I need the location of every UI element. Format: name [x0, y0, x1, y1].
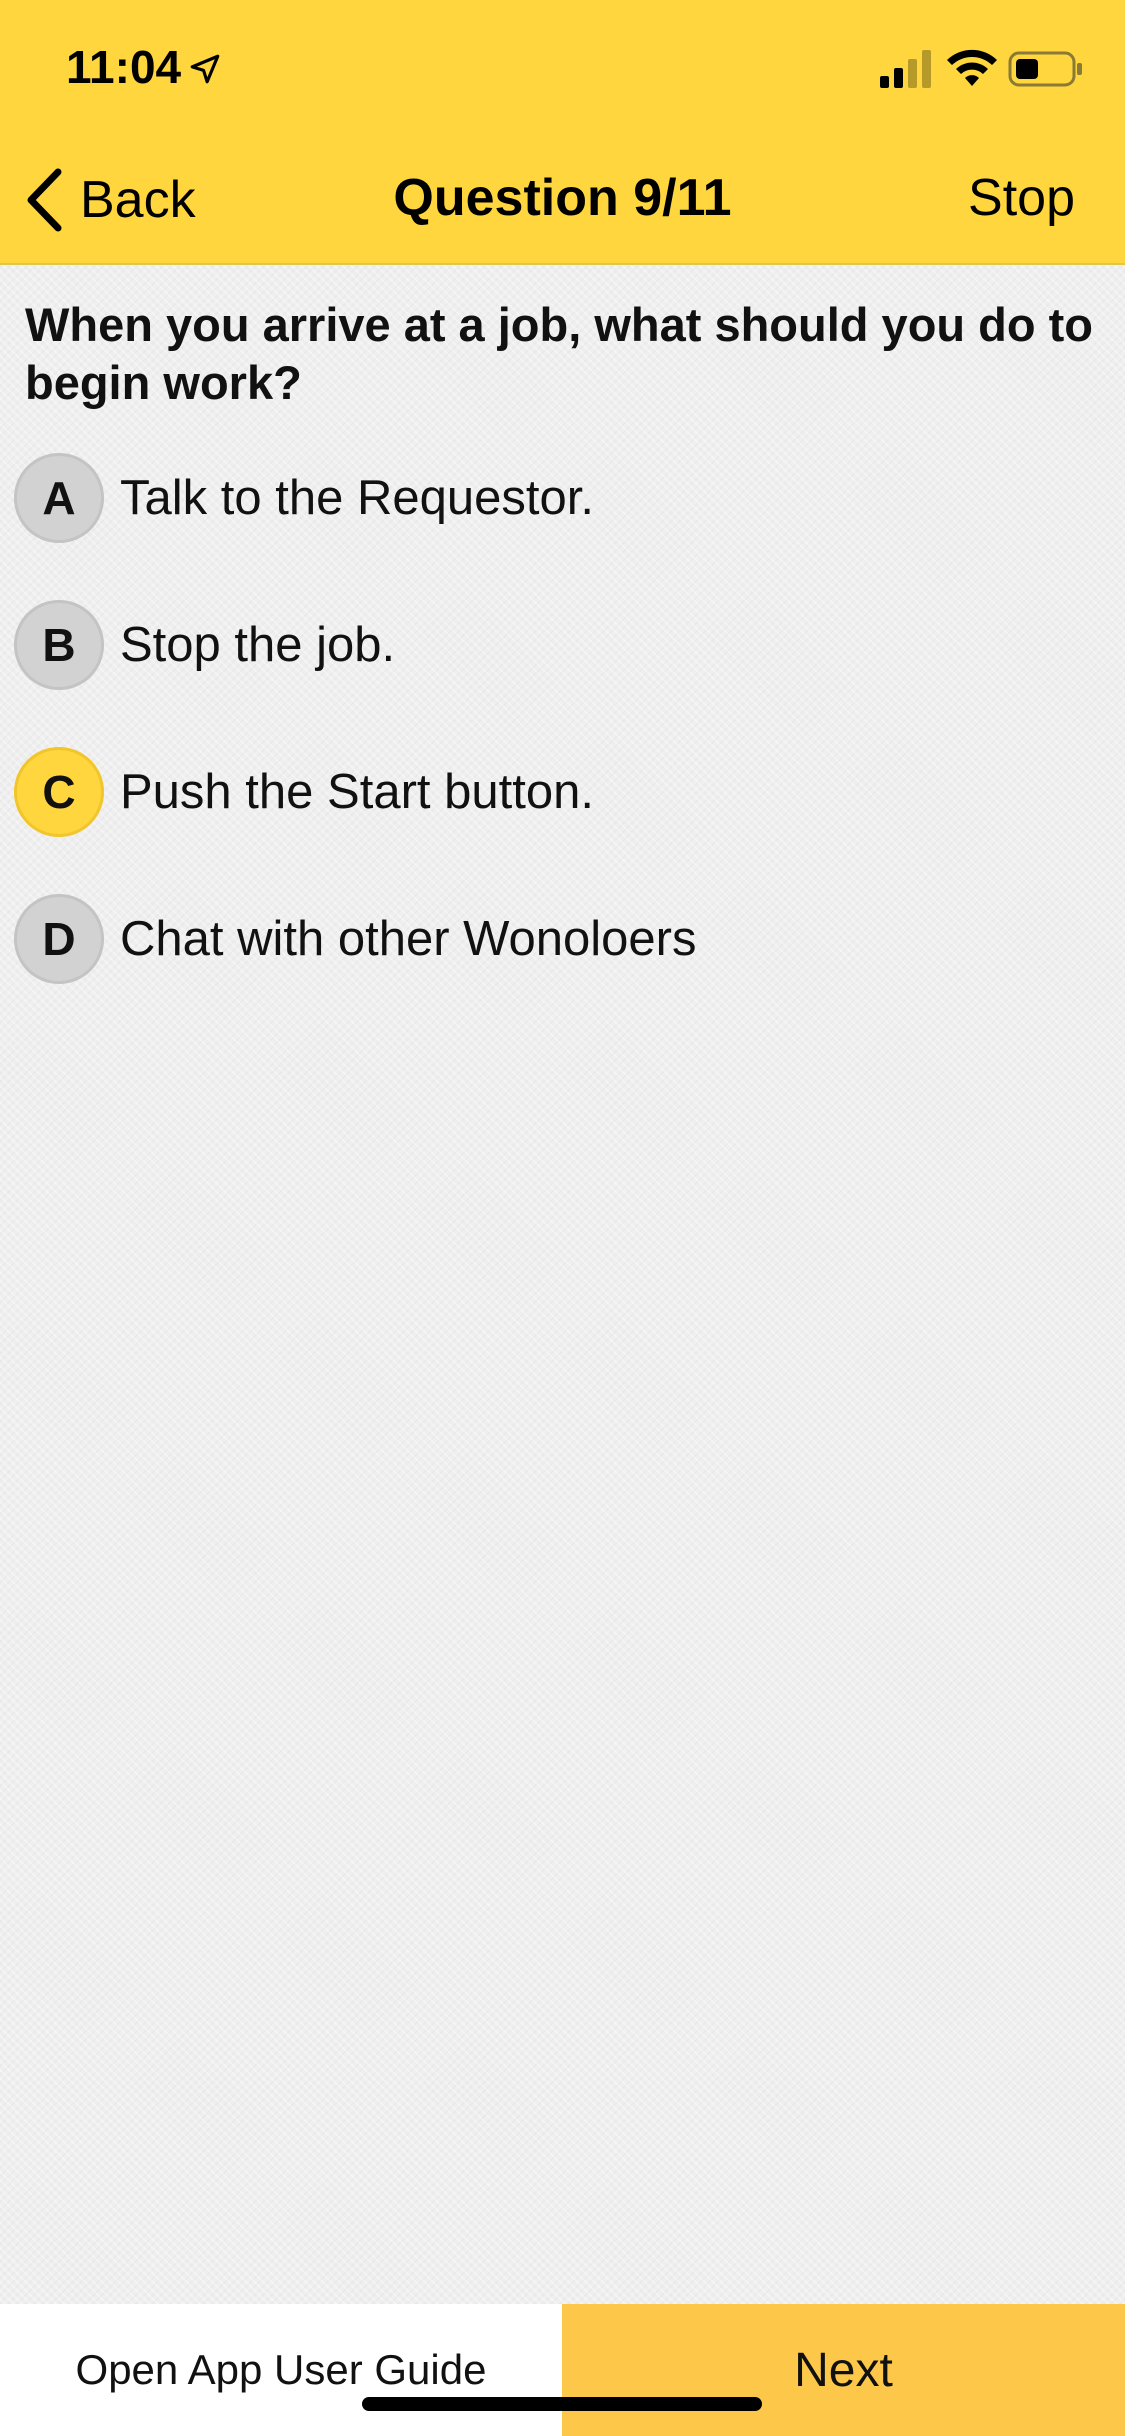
option-text: Stop the job. — [120, 618, 396, 672]
nav-bar: Back Question 9/11 Stop — [0, 140, 1125, 265]
option-text: Chat with other Wonoloers — [120, 912, 697, 966]
header: 11:04 Back Question 9/11 Stop — [0, 0, 1125, 265]
option-a[interactable]: A Talk to the Requestor. — [14, 450, 1104, 546]
option-letter: C — [14, 747, 104, 837]
cellular-signal-icon — [880, 50, 931, 88]
location-arrow-icon — [190, 54, 220, 84]
question-text: When you arrive at a job, what should yo… — [25, 298, 1094, 409]
home-indicator[interactable] — [362, 2397, 762, 2411]
option-text: Talk to the Requestor. — [120, 471, 594, 525]
option-letter: A — [14, 453, 104, 543]
status-time: 11:04 — [66, 41, 182, 93]
stop-button[interactable]: Stop — [968, 168, 1075, 228]
option-letter: D — [14, 894, 104, 984]
next-button[interactable]: Next — [562, 2304, 1125, 2436]
page-title: Question 9/11 — [393, 169, 732, 227]
wifi-icon — [947, 49, 997, 86]
option-c[interactable]: C Push the Start button. — [14, 744, 1104, 840]
option-b[interactable]: B Stop the job. — [14, 597, 1104, 693]
open-user-guide-button[interactable]: Open App User Guide — [0, 2304, 562, 2436]
battery-icon — [1008, 51, 1082, 87]
option-letter: B — [14, 600, 104, 690]
option-text: Push the Start button. — [120, 765, 594, 819]
status-bar: 11:04 — [0, 0, 1125, 140]
option-d[interactable]: D Chat with other Wonoloers — [14, 891, 1104, 987]
bottom-bar: Open App User Guide Next — [0, 2304, 1125, 2436]
